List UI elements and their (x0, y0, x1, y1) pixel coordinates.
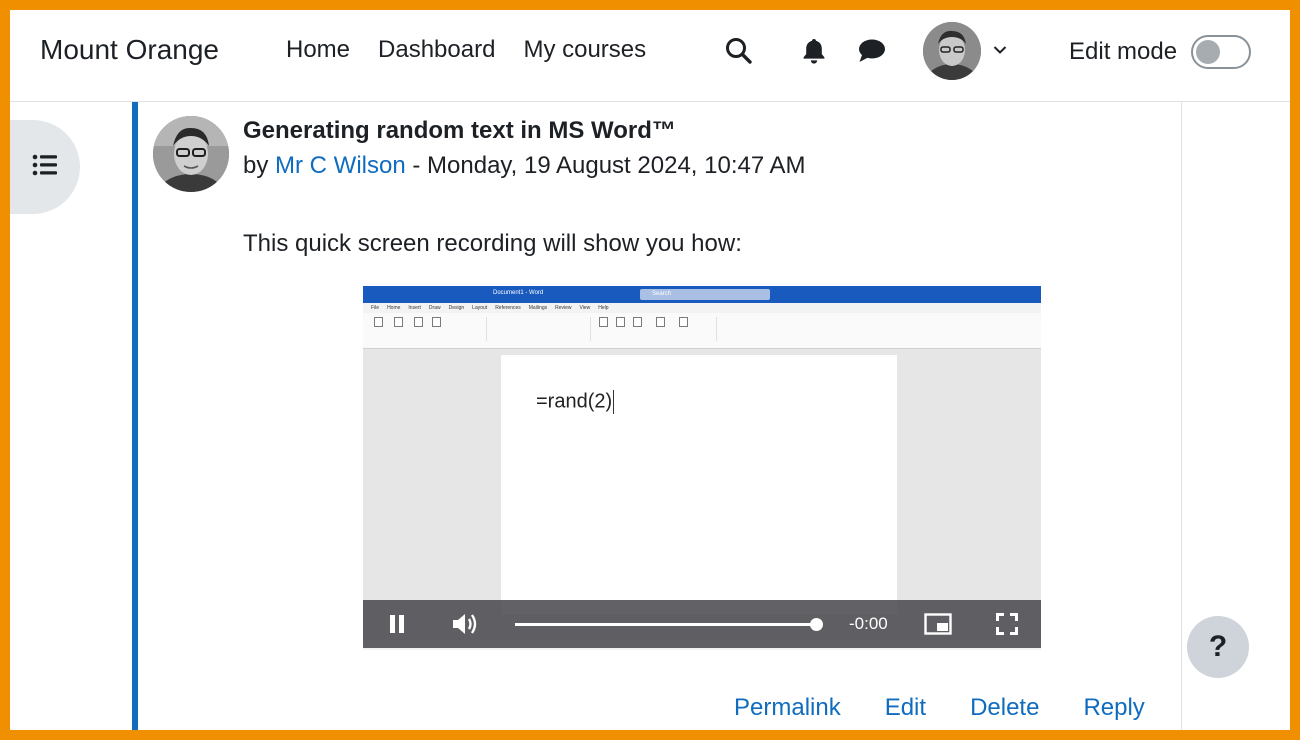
word-tab: Design (448, 305, 465, 311)
video-progress[interactable] (515, 618, 823, 631)
page-frame: Mount Orange Home Dashboard My courses E… (10, 10, 1290, 730)
word-tab: Mailings (528, 305, 548, 311)
word-tab: Help (598, 305, 609, 311)
video-player[interactable]: Document1 - Word Search File Home Insert… (363, 286, 1041, 650)
word-document-text: =rand(2) (536, 390, 615, 414)
nav-my-courses[interactable]: My courses (523, 36, 646, 64)
word-tab: Review (555, 305, 572, 311)
author-link[interactable]: Mr C Wilson (275, 152, 406, 179)
post-date: - Monday, 19 August 2024, 10:47 AM (405, 152, 806, 179)
word-titlebar: Document1 - Word Search (363, 286, 1041, 303)
user-avatar (923, 22, 981, 80)
post-accent-bar (132, 102, 138, 730)
word-ribbon (363, 313, 1041, 349)
video-controls: -0:00 (363, 600, 1041, 648)
word-search: Search (640, 289, 770, 300)
word-title: Document1 - Word (493, 290, 544, 296)
edit-mode-toggle[interactable] (1191, 35, 1252, 69)
pip-icon[interactable] (923, 612, 953, 636)
help-button[interactable]: ? (1187, 616, 1249, 678)
search-icon[interactable] (722, 34, 756, 68)
word-formula: =rand(2) (536, 390, 613, 413)
reply-link[interactable]: Reply (1083, 694, 1144, 722)
edit-mode-label: Edit mode (1069, 38, 1178, 65)
word-tab: Layout (472, 305, 488, 311)
course-index-toggle[interactable] (10, 120, 80, 214)
word-tab: View (579, 305, 591, 311)
bell-icon[interactable] (797, 34, 831, 68)
user-menu[interactable] (923, 22, 1007, 80)
nav-dashboard[interactable]: Dashboard (378, 36, 495, 64)
permalink-link[interactable]: Permalink (734, 694, 841, 722)
delete-link[interactable]: Delete (970, 694, 1039, 722)
word-tab: File (371, 305, 380, 311)
edit-mode-control: Edit mode (1069, 35, 1252, 69)
pause-icon[interactable] (385, 612, 409, 636)
fullscreen-icon[interactable] (994, 612, 1020, 636)
word-tab: Draw (428, 305, 441, 311)
post-title: Generating random text in MS Word™ (243, 117, 676, 144)
word-document-page: =rand(2) (501, 355, 897, 615)
content-divider (1181, 102, 1182, 730)
word-tab: Insert (408, 305, 421, 311)
post-actions: Permalink Edit Delete Reply (734, 694, 1145, 722)
primary-navigation: Home Dashboard My courses (286, 36, 646, 64)
word-ribbon-tabs: File Home Insert Draw Design Layout Refe… (363, 303, 1041, 313)
chevron-down-icon (993, 42, 1007, 60)
progress-handle[interactable] (810, 618, 823, 631)
navbar: Mount Orange Home Dashboard My courses E… (10, 10, 1290, 102)
word-tab: Home (387, 305, 401, 311)
nav-home[interactable]: Home (286, 36, 350, 64)
list-icon (32, 154, 58, 181)
volume-icon[interactable] (451, 611, 479, 637)
word-tab: References (495, 305, 521, 311)
author-avatar[interactable] (153, 116, 229, 192)
by-label: by (243, 152, 269, 179)
post-body: This quick screen recording will show yo… (243, 230, 742, 257)
video-time: -0:00 (849, 614, 888, 633)
post-meta: by Mr C Wilson - Monday, 19 August 2024,… (243, 152, 806, 180)
site-brand[interactable]: Mount Orange (40, 34, 219, 66)
edit-link[interactable]: Edit (885, 694, 926, 722)
chat-icon[interactable] (855, 34, 889, 68)
